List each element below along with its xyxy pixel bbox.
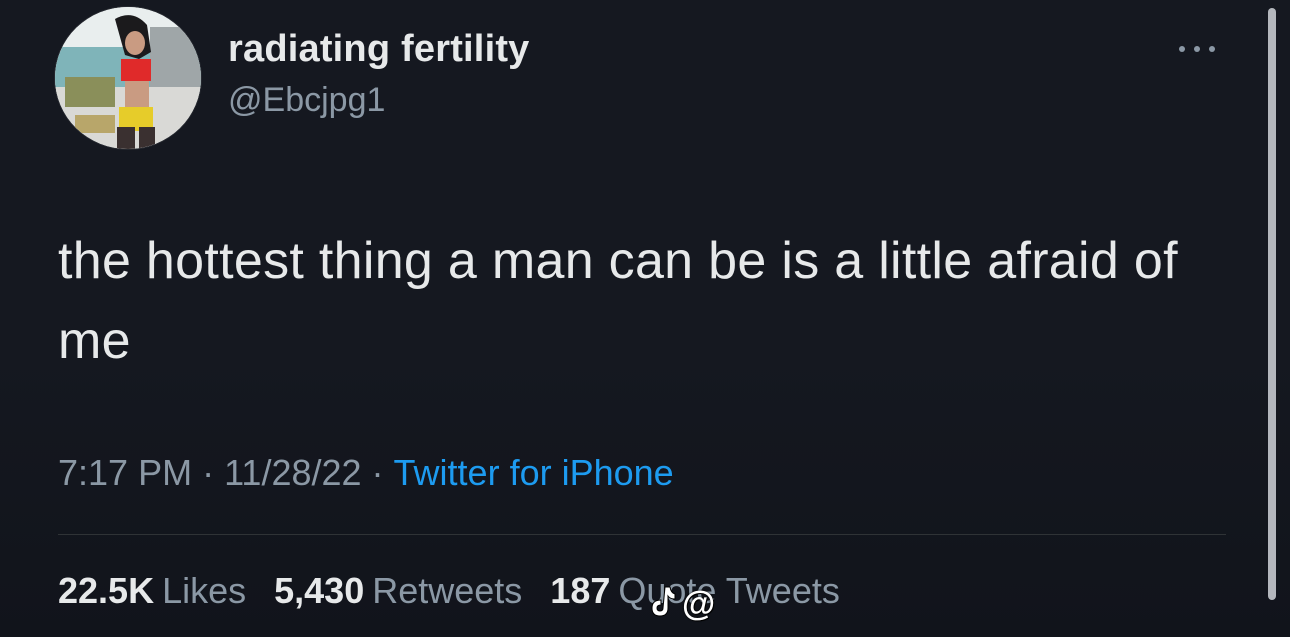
- likes-count: 22.5K: [58, 570, 155, 611]
- retweets-stat[interactable]: 5,430 Retweets: [274, 570, 550, 611]
- avatar[interactable]: [55, 7, 201, 149]
- more-dot: [1194, 46, 1200, 52]
- user-handle[interactable]: @Ebcjpg1: [228, 81, 385, 120]
- scrollbar[interactable]: [1268, 8, 1276, 600]
- more-dot: [1179, 46, 1185, 52]
- likes-stat[interactable]: 22.5K Likes: [58, 570, 274, 611]
- tweet-source-link[interactable]: Twitter for iPhone: [394, 452, 674, 493]
- tweet-meta: 7:17 PM · 11/28/22 · Twitter for iPhone: [58, 452, 674, 494]
- avatar-photo: [55, 7, 201, 149]
- retweets-count: 5,430: [274, 570, 365, 611]
- quotes-count: 187: [550, 570, 611, 611]
- meta-separator: ·: [371, 452, 384, 493]
- watermark-text: @: [682, 585, 716, 623]
- tweet-date[interactable]: 11/28/22: [224, 452, 361, 493]
- meta-separator: ·: [202, 452, 215, 493]
- divider: [58, 534, 1226, 535]
- tweet-card: radiating fertility @Ebcjpg1 the hottest…: [0, 0, 1290, 637]
- likes-label: Likes: [162, 570, 247, 611]
- tweet-time[interactable]: 7:17 PM: [58, 452, 192, 493]
- tweet-stats: 22.5K Likes 5,430 Retweets 187 Quote Tweets: [58, 570, 868, 612]
- more-dot: [1209, 46, 1215, 52]
- display-name[interactable]: radiating fertility: [228, 28, 530, 71]
- more-dots-icon[interactable]: [1176, 36, 1224, 60]
- tweet-text: the hottest thing a man can be is a litt…: [58, 232, 1178, 370]
- watermark: @: [650, 585, 715, 624]
- tiktok-logo-icon: [651, 586, 676, 617]
- retweets-label: Retweets: [372, 570, 523, 611]
